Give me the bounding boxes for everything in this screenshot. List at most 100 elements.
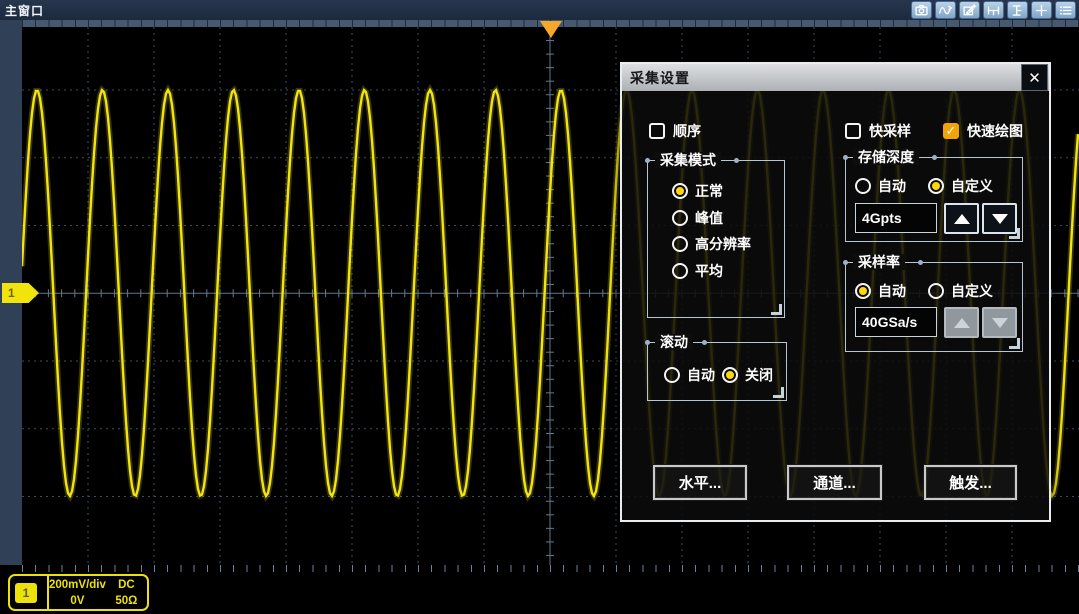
- memory-depth-group-label: 存储深度: [853, 149, 919, 165]
- horizontal-settings-button[interactable]: 水平...: [653, 465, 747, 500]
- fast-plot-checkbox[interactable]: ✓ 快速绘图: [943, 122, 1023, 139]
- radio-circle: [672, 263, 688, 279]
- group-dot: [645, 158, 650, 163]
- add-icon: [1034, 3, 1049, 18]
- channel1-badge: 1: [15, 583, 37, 603]
- fast-sampling-checkbox-box: ✓: [845, 123, 861, 139]
- oscilloscope-screen: 主窗口: [0, 0, 1079, 614]
- resize-grip: [773, 387, 784, 398]
- roll-off-label: 关闭: [745, 365, 773, 385]
- close-button[interactable]: ✕: [1021, 64, 1048, 91]
- trigger-settings-button[interactable]: 触发...: [924, 465, 1017, 500]
- channel1-readouts: 200mV/div DC 0V 50Ω: [49, 577, 147, 609]
- vertical-measure-icon: [1010, 3, 1025, 18]
- bottom-axis-ticks: [22, 565, 1079, 572]
- channel1-marker-label: 1: [8, 286, 15, 300]
- acq-mode-normal-label: 正常: [695, 181, 723, 201]
- sample-rate-group-label: 采样率: [853, 254, 905, 270]
- sequence-checkbox[interactable]: ✓ 顺序: [649, 122, 701, 139]
- acq-mode-average-label: 平均: [695, 261, 723, 281]
- menu-list-button[interactable]: [1055, 1, 1076, 19]
- acq-mode-group-label: 采集模式: [655, 152, 721, 168]
- horizontal-measure-button[interactable]: [983, 1, 1004, 19]
- group-dot: [734, 158, 739, 163]
- menu-list-icon: [1058, 3, 1073, 18]
- camera-icon: [914, 3, 929, 18]
- acq-mode-peak-radio[interactable]: 峰值: [672, 209, 723, 226]
- memory-depth-custom-radio[interactable]: 自定义: [928, 177, 993, 194]
- radio-circle: [855, 178, 871, 194]
- group-dot: [843, 260, 848, 265]
- memory-depth-increase-button[interactable]: [944, 203, 979, 234]
- acq-mode-hires-radio[interactable]: 高分辨率: [672, 235, 751, 252]
- camera-button[interactable]: [911, 1, 932, 19]
- window-titlebar: 主窗口: [0, 0, 1079, 20]
- radio-circle: [672, 236, 688, 252]
- roll-group-label: 滚动: [655, 334, 693, 350]
- memory-depth-auto-label: 自动: [878, 176, 906, 196]
- group-dot: [918, 260, 923, 265]
- sample-rate-auto-label: 自动: [878, 281, 906, 301]
- annotate-icon: [962, 3, 977, 18]
- dialog-titlebar[interactable]: 采集设置: [622, 64, 1049, 91]
- sample-rate-custom-radio[interactable]: 自定义: [928, 282, 993, 299]
- channel-settings-button[interactable]: 通道...: [787, 465, 882, 500]
- acq-mode-average-radio[interactable]: 平均: [672, 262, 723, 279]
- radio-circle: [672, 183, 688, 199]
- fast-sampling-checkbox[interactable]: ✓ 快采样: [845, 122, 911, 139]
- channel1-coupling: DC: [106, 577, 147, 593]
- horizontal-measure-icon: [986, 3, 1001, 18]
- radio-circle: [672, 210, 688, 226]
- acq-mode-hires-label: 高分辨率: [695, 234, 751, 254]
- channel1-offset: 0V: [49, 593, 106, 609]
- memory-depth-decrease-button[interactable]: [982, 203, 1017, 234]
- arrow-down-icon: [992, 214, 1008, 224]
- fast-plot-checkbox-box: ✓: [943, 123, 959, 139]
- dialog-title: 采集设置: [622, 68, 690, 88]
- sample-rate-input[interactable]: 40GSa/s: [855, 307, 937, 337]
- group-dot: [932, 155, 937, 160]
- radio-circle: [722, 367, 738, 383]
- sample-rate-decrease-button[interactable]: [982, 307, 1017, 338]
- fast-sampling-checkbox-label: 快采样: [869, 121, 911, 141]
- arrow-up-icon: [954, 214, 970, 224]
- sequence-checkbox-box: ✓: [649, 123, 665, 139]
- resize-grip: [1009, 338, 1020, 349]
- roll-off-radio[interactable]: 关闭: [722, 366, 773, 383]
- group-dot: [843, 155, 848, 160]
- radio-circle: [664, 367, 680, 383]
- channel1-scale: 200mV/div: [49, 577, 106, 593]
- memory-depth-input[interactable]: 4Gpts: [855, 203, 937, 233]
- close-icon: ✕: [1028, 69, 1041, 87]
- radio-circle: [855, 283, 871, 299]
- sample-rate-auto-radio[interactable]: 自动: [855, 282, 906, 299]
- toolbar: [911, 1, 1076, 19]
- channel1-info-box[interactable]: 1 200mV/div DC 0V 50Ω: [8, 574, 149, 611]
- sample-rate-increase-button[interactable]: [944, 307, 979, 338]
- annotate-button[interactable]: [959, 1, 980, 19]
- acq-mode-peak-label: 峰值: [695, 208, 723, 228]
- waveform-display-button[interactable]: [935, 1, 956, 19]
- radio-circle: [928, 283, 944, 299]
- radio-circle: [928, 178, 944, 194]
- roll-auto-radio[interactable]: 自动: [664, 366, 715, 383]
- roll-auto-label: 自动: [687, 365, 715, 385]
- memory-depth-auto-radio[interactable]: 自动: [855, 177, 906, 194]
- group-dot: [702, 340, 707, 345]
- acq-mode-normal-radio[interactable]: 正常: [672, 182, 723, 199]
- trigger-position-marker[interactable]: [540, 21, 562, 38]
- resize-grip: [771, 304, 782, 315]
- waveform-display-icon: [938, 3, 953, 18]
- group-dot: [645, 340, 650, 345]
- memory-depth-custom-label: 自定义: [951, 176, 993, 196]
- window-title: 主窗口: [0, 2, 44, 19]
- check-icon: ✓: [946, 124, 957, 137]
- fast-plot-checkbox-label: 快速绘图: [967, 121, 1023, 141]
- arrow-down-icon: [992, 318, 1008, 328]
- status-bar: 1 200mV/div DC 0V 50Ω: [0, 572, 1079, 614]
- sequence-checkbox-label: 顺序: [673, 121, 701, 141]
- acquisition-settings-dialog: 采集设置 ✕ ✓ 顺序 ✓ 快采样 ✓ 快速绘图 采集模式 正常: [620, 62, 1051, 522]
- vertical-measure-button[interactable]: [1007, 1, 1028, 19]
- channel1-impedance: 50Ω: [106, 593, 147, 609]
- add-button[interactable]: [1031, 1, 1052, 19]
